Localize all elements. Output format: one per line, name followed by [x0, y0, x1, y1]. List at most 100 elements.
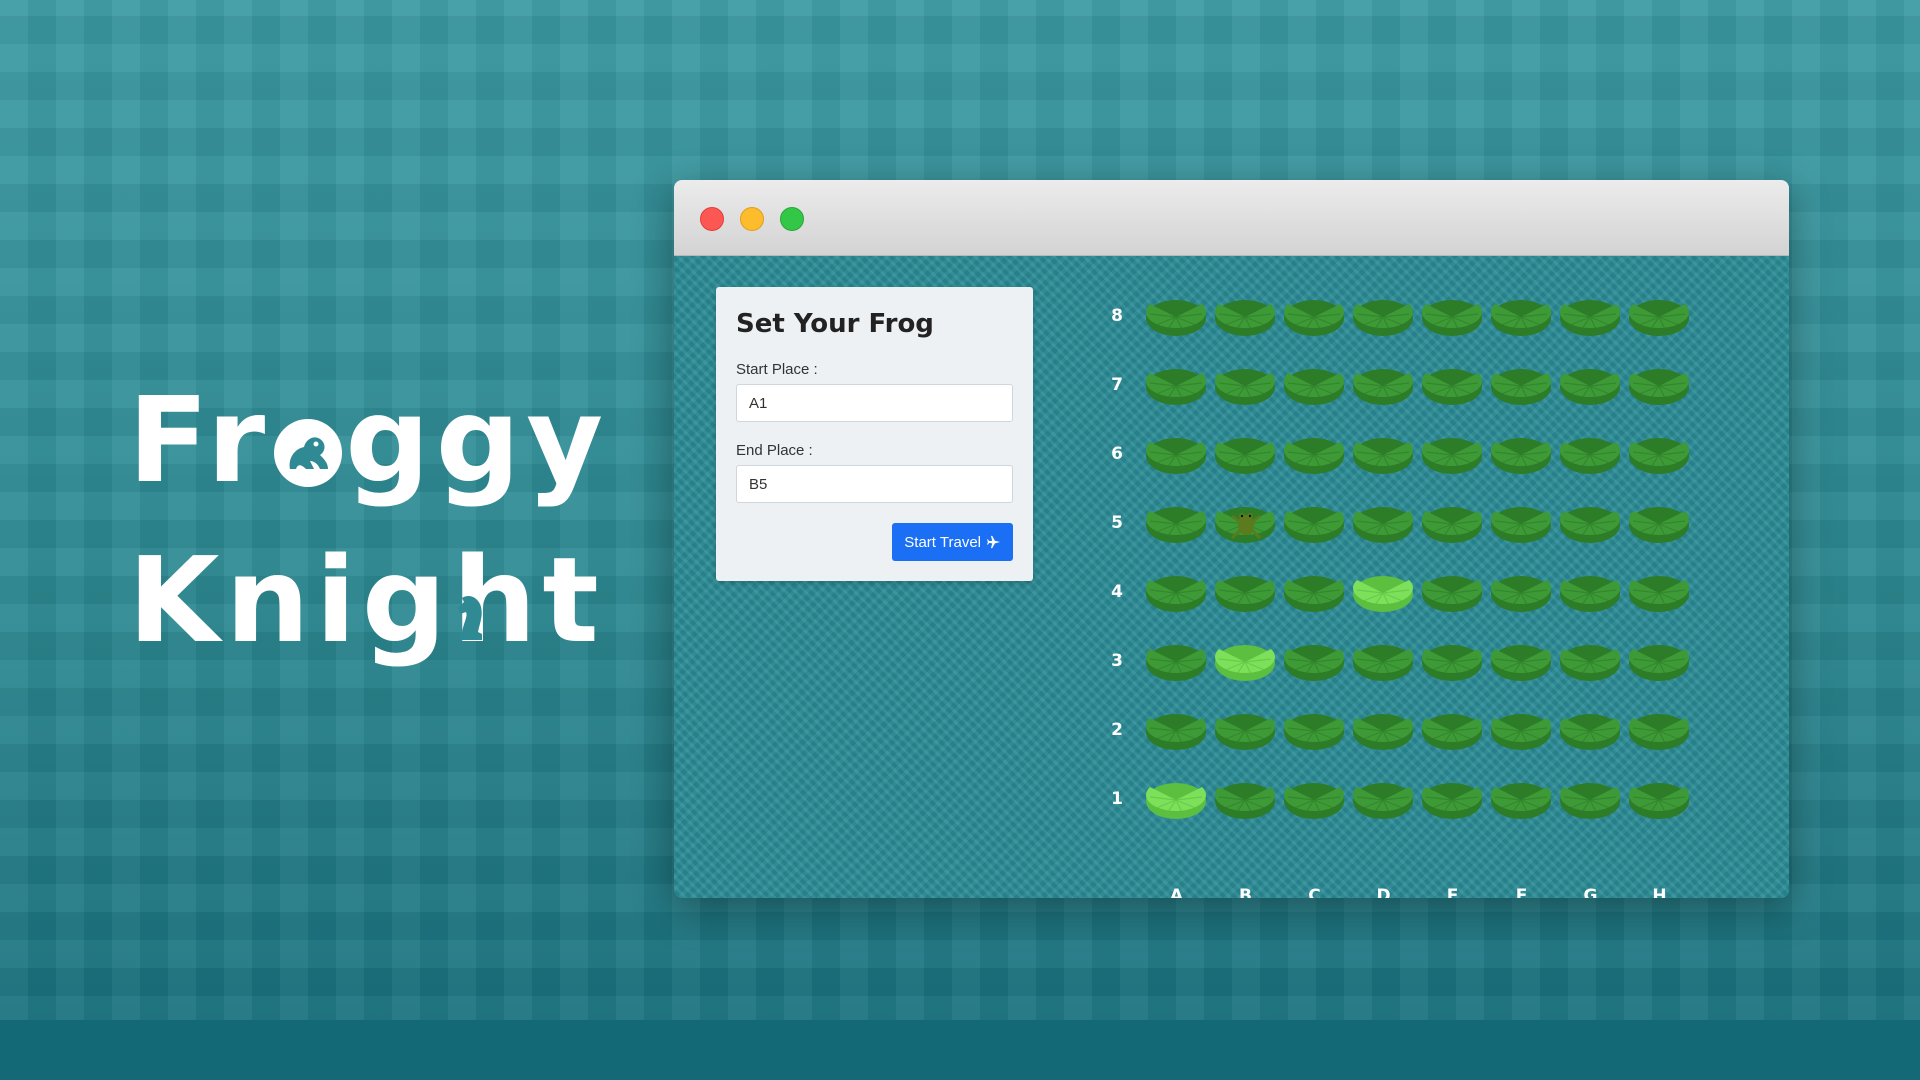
lily-pad-g5[interactable]	[1558, 503, 1622, 545]
logo-text: ggy	[345, 371, 610, 509]
lily-pad-g1[interactable]	[1558, 779, 1622, 821]
lily-pad-b8[interactable]	[1213, 296, 1277, 338]
logo-line-knight: Knigh t	[128, 520, 609, 680]
lily-pad-e8[interactable]	[1420, 296, 1484, 338]
logo-text: t	[542, 531, 605, 669]
lily-pad-a5[interactable]	[1144, 503, 1208, 545]
background-bottom-band	[0, 1020, 1920, 1080]
lily-pad-a2[interactable]	[1144, 710, 1208, 752]
lily-pad-a4[interactable]	[1144, 572, 1208, 614]
start-travel-button[interactable]: Start Travel	[892, 523, 1013, 561]
lily-pad-f6[interactable]	[1489, 434, 1553, 476]
lily-pad-f3[interactable]	[1489, 641, 1553, 683]
lily-pad-c3[interactable]	[1282, 641, 1346, 683]
lily-pad-g8[interactable]	[1558, 296, 1622, 338]
lily-pad-g2[interactable]	[1558, 710, 1622, 752]
close-window-button[interactable]	[700, 207, 724, 231]
file-label: H	[1652, 886, 1667, 898]
lily-pad-c8[interactable]	[1282, 296, 1346, 338]
lily-pad-g3[interactable]	[1558, 641, 1622, 683]
lily-pad-e5[interactable]	[1420, 503, 1484, 545]
lily-pad-g6[interactable]	[1558, 434, 1622, 476]
lily-pad-b1[interactable]	[1213, 779, 1277, 821]
lily-pad-a1[interactable]	[1144, 779, 1208, 821]
lily-pad-d4[interactable]	[1351, 572, 1415, 614]
file-label: F	[1515, 886, 1528, 898]
rank-label: 4	[1111, 582, 1123, 602]
minimize-window-button[interactable]	[740, 207, 764, 231]
lily-pad-h1[interactable]	[1627, 779, 1691, 821]
lily-pad-h3[interactable]	[1627, 641, 1691, 683]
rank-label: 5	[1111, 513, 1123, 533]
lily-pad-a7[interactable]	[1144, 365, 1208, 407]
logo-text: Fr	[128, 371, 272, 509]
rank-label: 7	[1111, 375, 1123, 395]
lily-pad-f7[interactable]	[1489, 365, 1553, 407]
lily-pad-e3[interactable]	[1420, 641, 1484, 683]
lily-pad-h7[interactable]	[1627, 365, 1691, 407]
lily-pad-f2[interactable]	[1489, 710, 1553, 752]
end-place-input[interactable]	[736, 465, 1013, 503]
rank-label: 1	[1111, 789, 1123, 809]
lily-pad-h2[interactable]	[1627, 710, 1691, 752]
rank-label: 8	[1111, 306, 1123, 326]
lily-pad-e6[interactable]	[1420, 434, 1484, 476]
lily-pad-d8[interactable]	[1351, 296, 1415, 338]
file-label: E	[1446, 886, 1459, 898]
rank-label: 6	[1111, 444, 1123, 464]
airplane-icon	[987, 535, 1001, 549]
window-titlebar[interactable]	[674, 180, 1789, 256]
lily-pad-a8[interactable]	[1144, 296, 1208, 338]
start-place-input[interactable]	[736, 384, 1013, 422]
lily-pad-e7[interactable]	[1420, 365, 1484, 407]
lily-pad-h5[interactable]	[1627, 503, 1691, 545]
lily-pad-f8[interactable]	[1489, 296, 1553, 338]
rank-label: 2	[1111, 720, 1123, 740]
logo-h-with-knight: h	[452, 531, 543, 669]
lily-pad-c7[interactable]	[1282, 365, 1346, 407]
lily-pad-b7[interactable]	[1213, 365, 1277, 407]
file-label: B	[1239, 886, 1252, 898]
lily-pad-d1[interactable]	[1351, 779, 1415, 821]
lily-pad-b6[interactable]	[1213, 434, 1277, 476]
file-label: A	[1169, 886, 1184, 898]
lily-pad-f5[interactable]	[1489, 503, 1553, 545]
lily-pad-e1[interactable]	[1420, 779, 1484, 821]
lily-pad-b5[interactable]	[1213, 503, 1277, 545]
lily-pad-g7[interactable]	[1558, 365, 1622, 407]
lily-pad-b2[interactable]	[1213, 710, 1277, 752]
lily-pad-f1[interactable]	[1489, 779, 1553, 821]
lily-pad-d6[interactable]	[1351, 434, 1415, 476]
lily-pad-h4[interactable]	[1627, 572, 1691, 614]
zoom-window-button[interactable]	[780, 207, 804, 231]
start-travel-label: Start Travel	[904, 533, 981, 551]
lily-pad-c5[interactable]	[1282, 503, 1346, 545]
chess-knight-icon	[458, 596, 483, 640]
file-label: D	[1376, 886, 1391, 898]
rank-label: 3	[1111, 651, 1123, 671]
lily-pad-e2[interactable]	[1420, 710, 1484, 752]
lily-pad-f4[interactable]	[1489, 572, 1553, 614]
lily-pad-g4[interactable]	[1558, 572, 1622, 614]
lily-pad-h8[interactable]	[1627, 296, 1691, 338]
app-window: Set Your Frog Start Place : End Place : …	[674, 180, 1789, 898]
lily-pad-d7[interactable]	[1351, 365, 1415, 407]
file-label: C	[1308, 886, 1321, 898]
lily-pad-d5[interactable]	[1351, 503, 1415, 545]
logo-line-froggy: Fr ggy	[128, 360, 609, 520]
lily-pad-b3[interactable]	[1213, 641, 1277, 683]
lily-pad-a6[interactable]	[1144, 434, 1208, 476]
lily-pad-b4[interactable]	[1213, 572, 1277, 614]
file-label: G	[1583, 886, 1598, 898]
lily-pad-d3[interactable]	[1351, 641, 1415, 683]
lily-pad-c6[interactable]	[1282, 434, 1346, 476]
lily-pad-c1[interactable]	[1282, 779, 1346, 821]
lily-pad-a3[interactable]	[1144, 641, 1208, 683]
set-frog-panel: Set Your Frog Start Place : End Place : …	[716, 287, 1033, 581]
lily-pad-e4[interactable]	[1420, 572, 1484, 614]
start-place-label: Start Place :	[736, 361, 818, 378]
lily-pad-c2[interactable]	[1282, 710, 1346, 752]
lily-pad-d2[interactable]	[1351, 710, 1415, 752]
lily-pad-h6[interactable]	[1627, 434, 1691, 476]
lily-pad-c4[interactable]	[1282, 572, 1346, 614]
